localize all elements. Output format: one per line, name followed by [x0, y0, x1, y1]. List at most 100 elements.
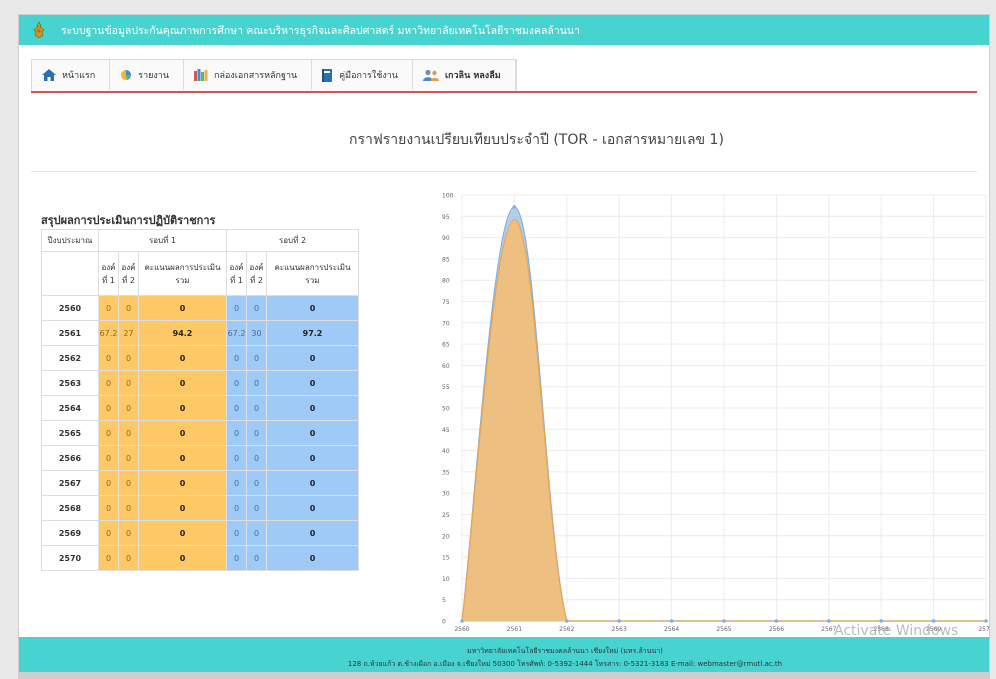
round1-part1-cell: 67.2 [98, 320, 119, 346]
y-tick-label: 100 [442, 193, 454, 200]
round2-part1-cell: 0 [226, 345, 247, 371]
y-tick-label: 80 [442, 278, 450, 285]
data-point [722, 619, 726, 623]
round2-part1-cell: 0 [226, 445, 247, 471]
main-nav: หน้าแรก รายงาน กล่องเอกสารหลักฐาน คู่มือ… [31, 59, 517, 91]
round2-total-header: คะแนนผลการประเมิน รวม [266, 251, 359, 296]
round1-part1-cell: 0 [98, 545, 119, 571]
y-tick-label: 15 [442, 555, 450, 562]
nav-report-label: รายงาน [138, 71, 169, 81]
y-tick-label: 40 [442, 448, 450, 455]
table-row: 2565 0 0 0 0 0 0 [41, 420, 359, 446]
table-heading: สรุปผลการประเมินการปฏิบัติราชการ [41, 214, 216, 227]
y-tick-label: 60 [442, 363, 450, 370]
table-row: 2564 0 0 0 0 0 0 [41, 395, 359, 421]
data-point [827, 619, 831, 623]
y-tick-label: 25 [442, 512, 450, 519]
y-tick-label: 30 [442, 491, 450, 498]
page-title: กราฟรายงานเปรียบเทียบประจำปี (TOR - เอกส… [349, 132, 724, 148]
round1-part2-cell: 0 [118, 345, 139, 371]
round1-total-cell: 0 [138, 370, 227, 396]
x-tick-label: 2564 [664, 626, 679, 633]
y-tick-label: 5 [442, 597, 446, 604]
nav-report[interactable]: รายงาน [110, 60, 184, 90]
round1-total-cell: 94.2 [138, 320, 227, 346]
round1-total-cell: 0 [138, 420, 227, 446]
data-point [774, 619, 779, 623]
round1-total-cell: 0 [138, 295, 227, 321]
round1-part1-cell: 0 [98, 520, 119, 546]
round2-total-cell: 0 [266, 345, 359, 371]
round2-part2-cell: 0 [246, 295, 267, 321]
y-tick-label: 85 [442, 256, 450, 263]
round2-total-cell: 0 [266, 545, 359, 571]
table-row: 2560 0 0 0 0 0 0 [41, 295, 359, 321]
report-icon [121, 70, 132, 80]
round1-total-cell: 0 [138, 495, 227, 521]
round2-part2-cell: 0 [246, 520, 267, 546]
round1-part2-cell: 0 [118, 495, 139, 521]
books-icon [194, 69, 208, 81]
table-row: 2568 0 0 0 0 0 0 [41, 495, 359, 521]
round1-part1-cell: 0 [98, 295, 119, 321]
table-row: 2569 0 0 0 0 0 0 [41, 520, 359, 546]
round2-total-cell: 0 [266, 520, 359, 546]
round2-total-cell: 0 [266, 420, 359, 446]
round2-part2-cell: 0 [246, 345, 267, 371]
nav-underline [31, 91, 977, 93]
round2-part2-cell: 0 [246, 545, 267, 571]
x-tick-label: 2566 [769, 626, 784, 633]
nav-user[interactable]: เกวลิน หลงลืม [413, 60, 516, 90]
round2-header: รอบที่ 2 [226, 229, 359, 252]
round1-part2-cell: 0 [118, 395, 139, 421]
round2-total-cell: 0 [266, 395, 359, 421]
round1-part1-cell: 0 [98, 445, 119, 471]
y-tick-label: 75 [442, 299, 450, 306]
data-point [460, 619, 464, 623]
x-tick-label: 2563 [612, 626, 627, 633]
y-tick-label: 65 [442, 342, 450, 349]
nav-manual-label: คู่มือการใช้งาน [339, 71, 398, 81]
table-row: 2567 0 0 0 0 0 0 [41, 470, 359, 496]
table-body: 2560 0 0 0 0 0 0 2561 67.2 27 94.2 67.2 30 97.2 2562 0 0… [41, 295, 359, 571]
year-cell: 2565 [41, 420, 99, 446]
year-cell: 2566 [41, 445, 99, 471]
data-point [984, 619, 988, 623]
year-cell: 2568 [41, 495, 99, 521]
round1-part2-cell: 0 [118, 370, 139, 396]
round2-part1-cell: 0 [226, 520, 247, 546]
site-header: ระบบฐานข้อมูลประกันคุณภาพการศึกษา คณะบริ… [19, 15, 989, 45]
round2-total-cell: 97.2 [266, 320, 359, 346]
x-tick-label: 2570 [978, 626, 990, 633]
round2-total-cell: 0 [266, 445, 359, 471]
round2-part2-cell: 0 [246, 445, 267, 471]
nav-manual[interactable]: คู่มือการใช้งาน [312, 60, 413, 90]
year-subheader-blank [41, 251, 99, 296]
nav-evidence-box[interactable]: กล่องเอกสารหลักฐาน [184, 60, 313, 90]
round2-part1-cell: 0 [226, 545, 247, 571]
nav-home[interactable]: หน้าแรก [32, 60, 111, 90]
footer-line2: 128 ถ.ห้วยแก้ว ต.ช้างเผือก อ.เมือง จ.เชี… [347, 660, 783, 668]
round2-part2-cell: 0 [246, 395, 267, 421]
y-tick-label: 0 [442, 619, 446, 626]
data-point [617, 619, 621, 623]
round2-part2-cell: 0 [246, 495, 267, 521]
site-footer: มหาวิทยาลัยเทคโนโลยีราชมงคลล้านนา เชียงใ… [19, 637, 989, 672]
round1-total-cell: 0 [138, 520, 227, 546]
round1-part2-cell: 0 [118, 295, 139, 321]
round1-part1-cell: 0 [98, 420, 119, 446]
round1-part2-header: องค์ที่ 2 [118, 251, 139, 296]
y-tick-label: 95 [442, 214, 450, 221]
y-tick-label: 10 [442, 576, 450, 583]
round1-part1-header: องค์ที่ 1 [98, 251, 119, 296]
round1-total-cell: 0 [138, 545, 227, 571]
x-tick-label: 2560 [454, 626, 469, 633]
round1-part1-cell: 0 [98, 470, 119, 496]
y-tick-label: 70 [442, 320, 450, 327]
round1-part2-cell: 0 [118, 470, 139, 496]
nav-user-label: เกวลิน หลงลืม [444, 71, 501, 81]
round1-part1-cell: 0 [98, 345, 119, 371]
round1-part2-cell: 0 [118, 545, 139, 571]
round2-part1-cell: 0 [226, 395, 247, 421]
round1-total-cell: 0 [138, 445, 227, 471]
